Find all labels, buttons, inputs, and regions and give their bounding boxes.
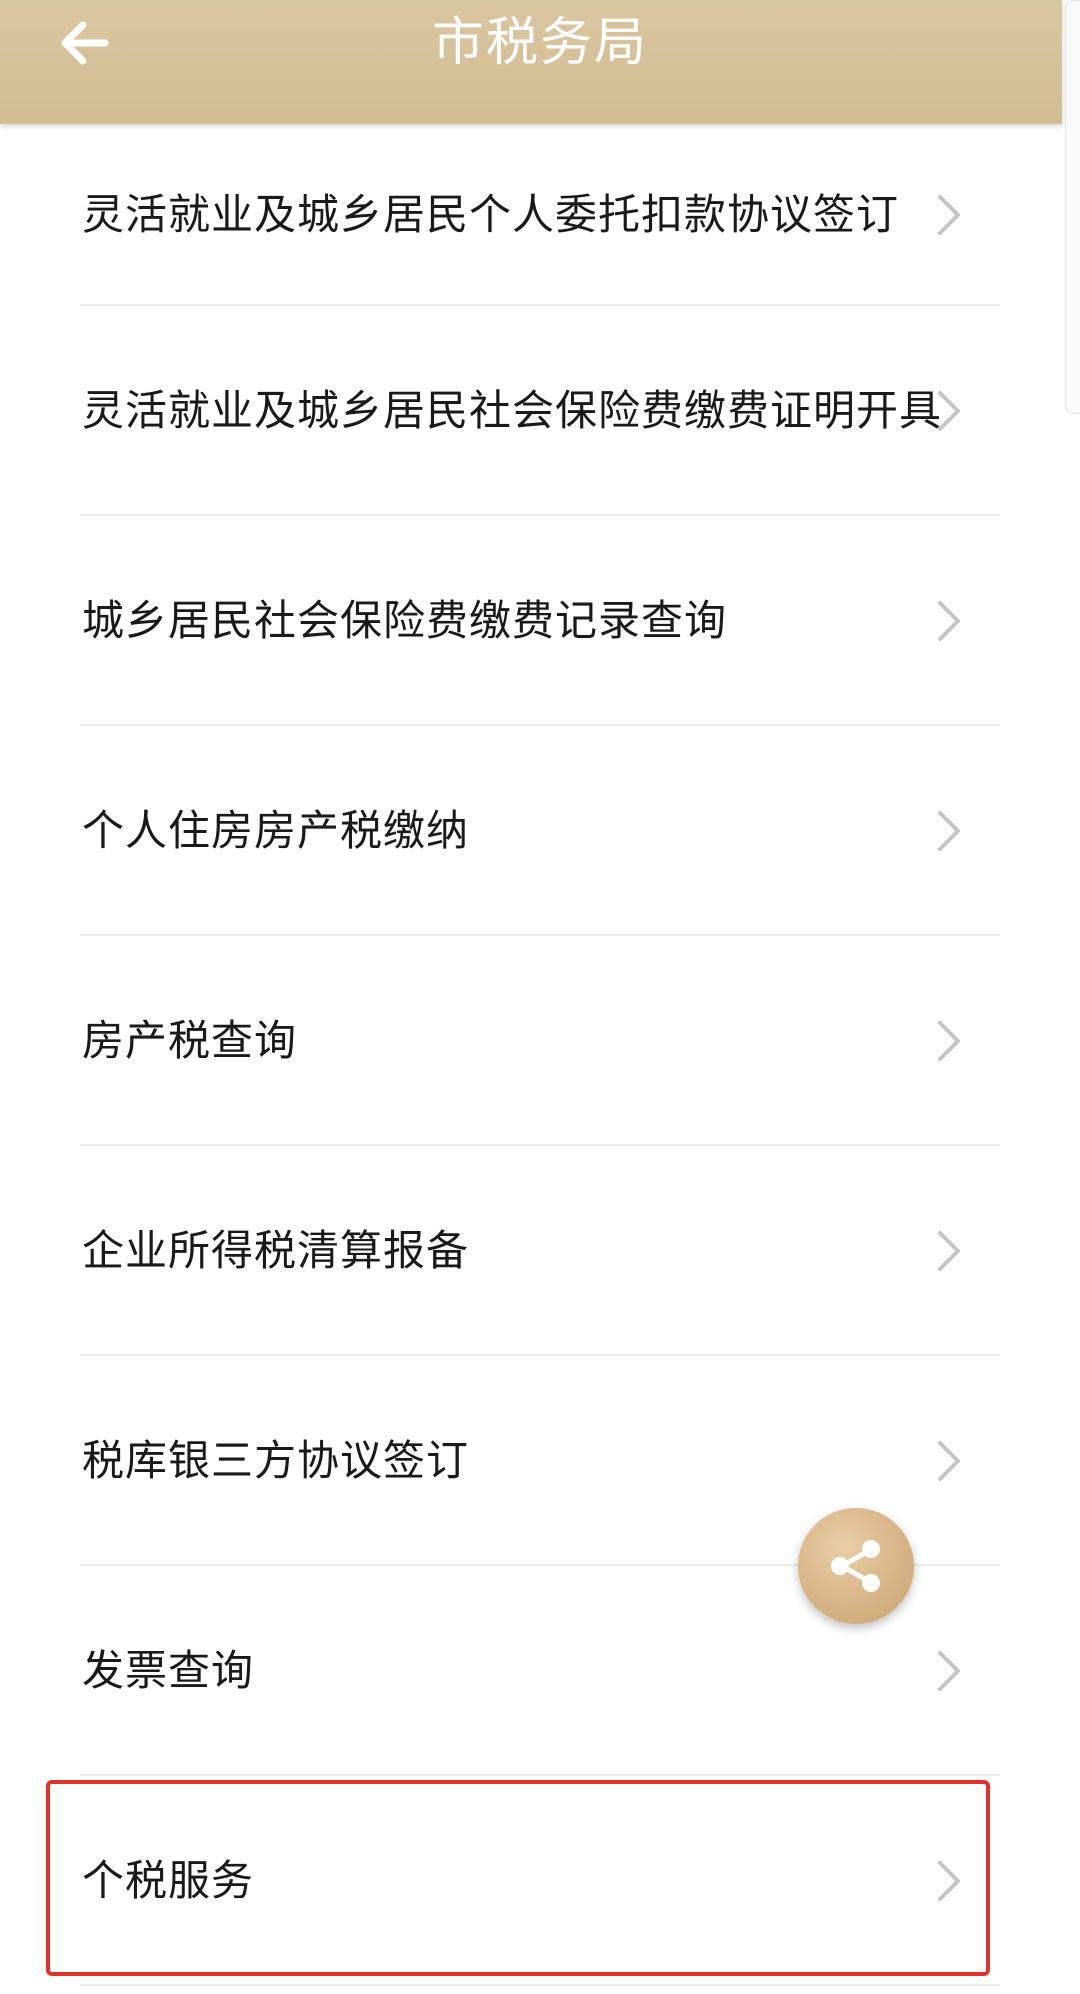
page-title: 市税务局 [431,13,648,73]
list-item-label: 发票查询 [82,1646,255,1695]
list-item-label: 灵活就业及城乡居民个人委托扣款协议签订 [82,190,900,239]
app-header: 市税务局 [0,0,1062,124]
list-item-label: 企业所得税清算报备 [82,1226,470,1275]
list-item[interactable]: 房产税查询 [0,936,1062,1146]
chevron-right-icon [938,1861,960,1901]
list-item-label: 税库银三方协议签订 [82,1436,470,1485]
chevron-right-icon [938,1441,960,1481]
scrollbar[interactable] [1065,0,1080,414]
list-item-label: 个税服务 [82,1856,255,1905]
service-list: 灵活就业及城乡居民个人委托扣款协议签订 灵活就业及城乡居民社会保险费缴费证明开具… [0,124,1062,1986]
list-item[interactable]: 城乡居民社会保险费缴费记录查询 [0,516,1062,726]
list-item-label: 个人住房房产税缴纳 [82,806,470,855]
chevron-right-icon [938,391,960,431]
chevron-right-icon [938,811,960,851]
list-item-personal-tax-service[interactable]: 个税服务 [0,1776,1062,1986]
chevron-right-icon [938,1651,960,1691]
chevron-right-icon [938,195,960,235]
list-item[interactable]: 企业所得税清算报备 [0,1146,1062,1356]
share-button[interactable] [798,1508,914,1624]
chevron-right-icon [938,1231,960,1271]
chevron-right-icon [938,1021,960,1061]
list-item[interactable]: 灵活就业及城乡居民个人委托扣款协议签订 [0,124,1062,306]
list-item-label: 城乡居民社会保险费缴费记录查询 [82,596,728,645]
list-item-label: 灵活就业及城乡居民社会保险费缴费证明开具 [82,386,943,435]
list-item[interactable]: 灵活就业及城乡居民社会保险费缴费证明开具 [0,306,1062,516]
chevron-right-icon [938,601,960,641]
share-icon [831,1540,880,1592]
list-item-label: 房产税查询 [82,1016,298,1065]
list-item[interactable]: 个人住房房产税缴纳 [0,726,1062,936]
